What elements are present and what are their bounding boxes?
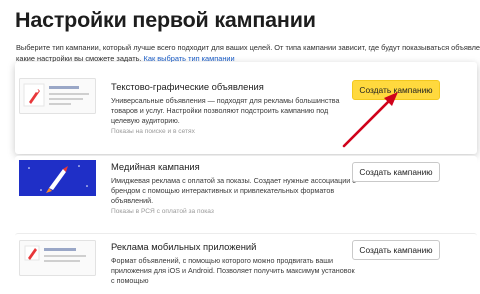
campaign-title: Медийная кампания <box>111 161 200 172</box>
campaign-description: Формат объявлений, с помощью которого мо… <box>111 256 355 285</box>
create-campaign-button[interactable]: Создать кампанию <box>352 162 440 182</box>
campaign-card-media[interactable]: Медийная кампания Имиджевая реклама с оп… <box>15 155 477 234</box>
red-arrow-icon <box>342 92 398 148</box>
text-ad-illustration-icon <box>19 78 96 114</box>
intro-line-1: Выберите тип кампании, который лучше все… <box>16 43 480 52</box>
intro-text: Выберите тип кампании, который лучше все… <box>16 42 480 64</box>
campaign-description: Имиджевая реклама с оплатой за показы. С… <box>111 176 356 205</box>
campaign-placement: Показы в РСЯ с оплатой за показ <box>111 208 214 215</box>
mobile-ad-illustration-icon <box>19 240 96 276</box>
campaign-placement: Показы на поиске и в сетях <box>111 128 195 135</box>
campaign-title: Текстово-графические объявления <box>111 81 264 92</box>
page-title: Настройки первой кампании <box>15 8 316 32</box>
campaign-title: Реклама мобильных приложений <box>111 241 257 252</box>
media-banner-rocket-icon <box>19 160 96 196</box>
campaign-description: Универсальные объявления — подходят для … <box>111 96 340 125</box>
campaign-card-mobile-apps[interactable]: Реклама мобильных приложений Формат объя… <box>15 233 477 294</box>
create-campaign-button[interactable]: Создать кампанию <box>352 240 440 260</box>
